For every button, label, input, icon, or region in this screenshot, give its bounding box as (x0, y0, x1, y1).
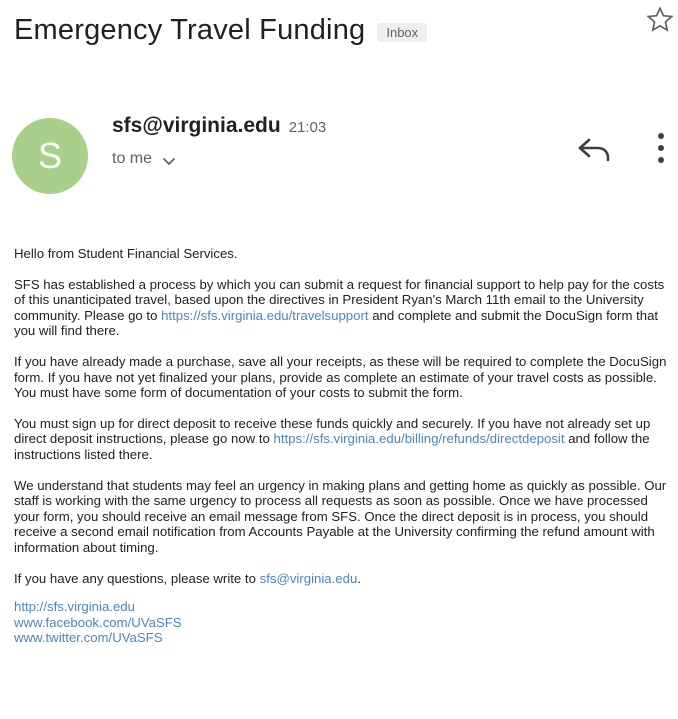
star-icon[interactable] (644, 4, 676, 36)
twitter-link[interactable]: www.twitter.com/UVaSFS (14, 630, 674, 646)
email-body: Hello from Student Financial Services. S… (14, 246, 674, 646)
footer-links: http://sfs.virginia.edu www.facebook.com… (14, 599, 674, 646)
greeting: Hello from Student Financial Services. (14, 246, 238, 261)
sender-line: sfs@virginia.edu 21:03 (112, 114, 326, 138)
paragraph-3: You must sign up for direct deposit to r… (14, 415, 651, 462)
sender-time: 21:03 (288, 119, 327, 136)
reply-icon[interactable] (577, 134, 613, 164)
facebook-link[interactable]: www.facebook.com/UVaSFS (14, 615, 674, 631)
paragraph-1: SFS has established a process by which y… (14, 276, 665, 339)
subject-row: Emergency Travel Funding Inbox (14, 8, 664, 52)
paragraph-5: If you have any questions, please write … (14, 570, 361, 586)
paragraph-2: If you have already made a purchase, sav… (14, 353, 667, 401)
sfs-website-link[interactable]: http://sfs.virginia.edu (14, 599, 674, 615)
inbox-label-chip[interactable]: Inbox (377, 22, 428, 42)
chevron-down-icon (162, 157, 176, 166)
avatar[interactable]: S (12, 118, 88, 194)
avatar-letter: S (37, 135, 62, 176)
sfs-email-link[interactable]: sfs@virginia.edu (260, 571, 358, 586)
recipient-details-toggle[interactable]: to me (112, 150, 176, 168)
recipient-label: to me (112, 150, 153, 167)
more-vert-icon[interactable] (654, 130, 668, 166)
direct-deposit-link[interactable]: https://sfs.virginia.edu/billing/refunds… (274, 431, 565, 446)
paragraph-4: We understand that students may feel an … (14, 477, 667, 555)
sender-email[interactable]: sfs@virginia.edu (112, 114, 281, 138)
email-subject: Emergency Travel Funding (14, 13, 366, 46)
sender-header: S sfs@virginia.edu 21:03 to me (12, 112, 672, 194)
travelsupport-link[interactable]: https://sfs.virginia.edu/travelsupport (161, 308, 368, 323)
